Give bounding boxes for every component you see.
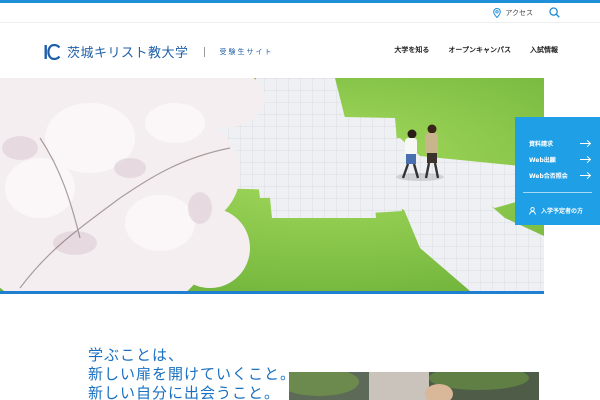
nav-item-about[interactable]: 大学を知る [394, 45, 429, 55]
university-name: 茨城キリスト教大学 [67, 46, 189, 61]
utility-bar: アクセス [493, 7, 560, 18]
nav-item-admissions[interactable]: 入試情報 [530, 45, 558, 55]
access-link[interactable]: アクセス [493, 7, 533, 18]
enrollees-label: 入学予定者の方 [541, 208, 584, 215]
arrow-right-icon [580, 159, 590, 160]
catch-copy: 学ぶことは、 新しい扉を開けていくこと。 新しい自分に出会うこと。 [88, 346, 296, 400]
side-item-enrollees[interactable]: 入学予定者の方 [529, 206, 583, 215]
top-accent-line [0, 0, 600, 3]
side-item-request[interactable]: 資料請求 [529, 139, 590, 148]
side-menu: 資料請求 Web出願 Web合否照会 入学予定者の方 [515, 117, 600, 225]
secondary-photo [289, 372, 539, 400]
side-item-label: Web出願 [529, 157, 556, 164]
site-subtitle: 受験生サイト [219, 47, 274, 56]
side-menu-divider [523, 192, 592, 193]
logo-divider [203, 46, 205, 57]
hero-image [0, 78, 544, 291]
catch-line-1: 学ぶことは、 [88, 346, 185, 364]
catch-line-2: 新しい扉を開けていくこと。 [88, 365, 297, 383]
side-item-web-application[interactable]: Web出願 [529, 155, 590, 164]
hero-photo [0, 78, 544, 291]
header-divider [0, 22, 600, 23]
catch-line-3: 新しい自分に出会うこと。 [88, 384, 281, 400]
nav-item-open-campus[interactable]: オープンキャンパス [448, 45, 511, 55]
side-item-label: Web合否照会 [529, 173, 568, 180]
arrow-right-icon [580, 175, 590, 176]
map-pin-icon [493, 7, 502, 18]
side-item-web-results[interactable]: Web合否照会 [529, 171, 590, 180]
arrow-right-icon [580, 143, 590, 144]
person-icon [529, 206, 536, 215]
ic-logo-mark [44, 43, 61, 60]
site-logo[interactable]: 茨城キリスト教大学 受験生サイト [44, 42, 274, 61]
access-label: アクセス [505, 8, 533, 17]
search-icon[interactable] [549, 7, 560, 18]
hero-underline [0, 291, 544, 294]
global-nav: 大学を知る オープンキャンパス 入試情報 [394, 45, 558, 55]
side-item-label: 資料請求 [529, 141, 554, 148]
campus-photo [289, 372, 539, 400]
